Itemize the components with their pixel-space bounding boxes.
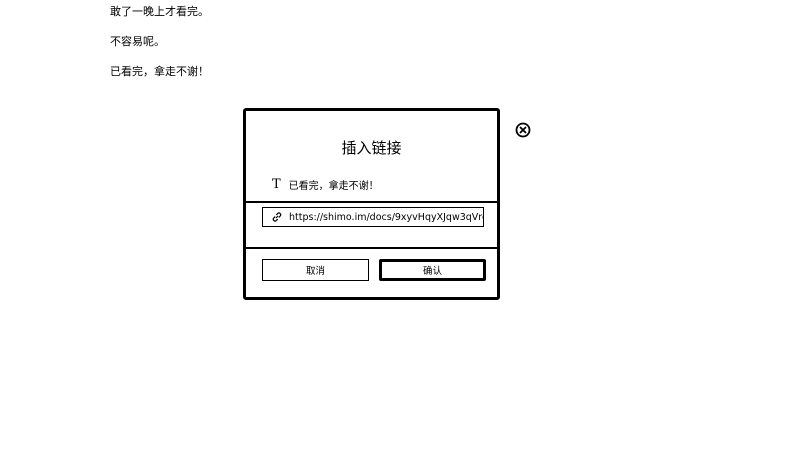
link-text-field[interactable]: T 已看完，拿走不谢！ [272,177,379,192]
confirm-button[interactable]: 确认 [379,259,486,281]
cancel-button[interactable]: 取消 [262,259,369,281]
document-line-1: 敢了一晚上才看完。 [110,5,209,18]
divider-bottom [246,247,497,249]
link-text-value: 已看完，拿走不谢！ [288,181,379,192]
insert-link-dialog: 插入链接 T 已看完，拿走不谢！ https://shimo.im/docs/9… [243,108,500,300]
document-line-2: 不容易呢。 [110,35,165,48]
link-url-input[interactable]: https://shimo.im/docs/9xyvHqyXJqw3qVrc/ [262,207,484,227]
link-url-value: https://shimo.im/docs/9xyvHqyXJqw3qVrc/ [289,211,484,223]
divider-top [246,201,497,203]
dialog-title: 插入链接 [341,139,402,157]
link-icon [271,211,283,223]
document-line-3: 已看完，拿走不谢！ [110,65,209,78]
text-icon: T [272,176,281,192]
close-icon[interactable] [515,122,531,138]
